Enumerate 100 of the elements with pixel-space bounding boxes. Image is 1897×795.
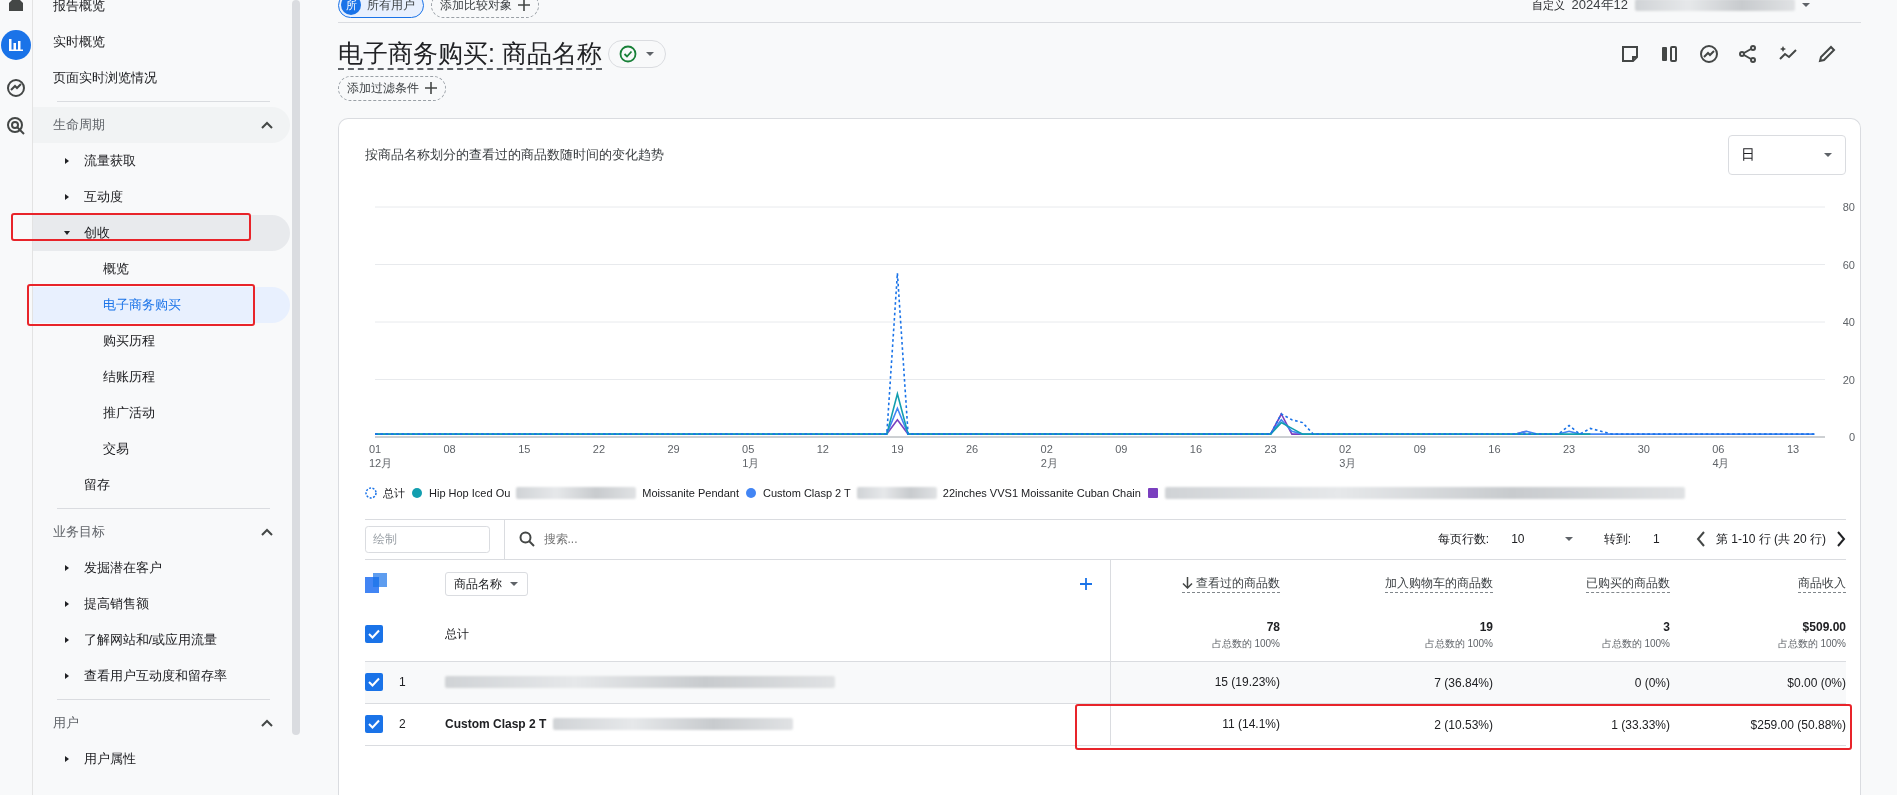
- section-header[interactable]: 用户: [53, 713, 79, 733]
- metric-value: 2 (10.53%): [1434, 717, 1493, 732]
- metric-value: 15 (19.23%): [1214, 674, 1280, 692]
- metric-value: 1 (33.33%): [1611, 717, 1670, 732]
- y-axis-label: 60: [1842, 258, 1855, 271]
- section-header[interactable]: 生命周期: [53, 115, 105, 135]
- x-axis-label: 15: [518, 442, 531, 455]
- granularity-select[interactable]: 日: [1728, 134, 1846, 175]
- search-icon: [519, 531, 535, 548]
- x-axis-month-label: 4月: [1712, 456, 1730, 469]
- search-field[interactable]: 搜索...: [541, 529, 842, 550]
- row-checkbox[interactable]: [365, 625, 383, 644]
- note-icon[interactable]: [1619, 44, 1640, 65]
- x-axis-month-label: 1月: [742, 456, 760, 469]
- sidebar-item[interactable]: 实时概览: [33, 24, 290, 60]
- product-name[interactable]: Custom Clasp 2 T: [445, 715, 547, 734]
- sidebar-item-label[interactable]: 流量获取: [83, 151, 136, 171]
- x-axis-label: 09: [1413, 442, 1426, 455]
- goto-field[interactable]: 1: [1640, 530, 1686, 549]
- status-dropdown[interactable]: [608, 40, 667, 69]
- chart-title: 按商品名称划分的查看过的商品数随时间的变化趋势: [365, 146, 664, 164]
- x-axis-label: 23: [1563, 442, 1576, 455]
- sort-arrow-icon[interactable]: [1181, 577, 1193, 590]
- next-page-icon[interactable]: [1836, 531, 1846, 548]
- dimension-icon: [365, 572, 387, 595]
- legend-marker-icon[interactable]: [365, 486, 377, 499]
- sidebar-item-label[interactable]: 留存: [83, 475, 110, 495]
- check-circle-icon: [619, 45, 638, 64]
- legend-label[interactable]: Hip Hop Iced Ou: [429, 484, 511, 501]
- sidebar-subitem[interactable]: 电子商务购买: [33, 287, 290, 323]
- compare-icon[interactable]: [1659, 44, 1679, 65]
- legend-marker-icon[interactable]: [1146, 486, 1159, 499]
- previous-page-icon[interactable]: [1695, 531, 1706, 548]
- dropdown-arrow-icon[interactable]: [1801, 0, 1811, 10]
- totals-label: 总计: [445, 626, 470, 644]
- edit-icon[interactable]: [1817, 44, 1837, 65]
- row-checkbox[interactable]: [365, 715, 383, 734]
- goto-label: 转到:: [1603, 531, 1631, 549]
- column-header[interactable]: 已购买的商品数: [1586, 574, 1670, 594]
- x-axis-label: 29: [667, 442, 680, 455]
- checkmark-icon: [367, 717, 381, 732]
- sidebar-item-label[interactable]: 查看用户互动度和留存率: [83, 666, 227, 686]
- reports-icon[interactable]: [1, 30, 31, 60]
- sidebar-item[interactable]: 页面实时浏览情况: [33, 60, 290, 96]
- total-value: 19: [1478, 618, 1493, 636]
- sidebar-subitem[interactable]: 购买历程: [33, 323, 290, 359]
- explore-icon[interactable]: [6, 78, 26, 98]
- column-header[interactable]: 查看过的商品数: [1181, 574, 1280, 594]
- sidebar-item-label[interactable]: 互动度: [83, 187, 123, 207]
- sidebar-subitem[interactable]: 推广活动: [33, 395, 290, 431]
- legend-marker-icon[interactable]: [411, 486, 423, 499]
- x-axis-label: 02: [1040, 442, 1053, 455]
- legend-marker-icon[interactable]: [744, 486, 757, 499]
- x-axis-label: 12: [816, 442, 829, 455]
- row-checkbox[interactable]: [365, 673, 383, 692]
- sidebar-subitem[interactable]: 概览: [33, 251, 290, 287]
- metric-value: 7 (36.84%): [1434, 675, 1493, 690]
- sidebar-subitem[interactable]: 结账历程: [33, 359, 290, 395]
- x-axis-label: 02: [1339, 442, 1352, 455]
- x-axis-label: 16: [1488, 442, 1501, 455]
- report-title[interactable]: 电子商务购买: 商品名称: [338, 39, 602, 70]
- metric-value: $0.00 (0%): [1787, 675, 1846, 690]
- section-header[interactable]: 业务目标: [53, 522, 105, 542]
- legend-label[interactable]: 总计: [383, 484, 405, 501]
- checkmark-icon: [367, 627, 381, 642]
- total-share: 占总数的 100%: [1776, 636, 1846, 651]
- column-header[interactable]: 加入购物车的商品数: [1385, 574, 1493, 594]
- scrollbar[interactable]: [292, 0, 300, 735]
- x-axis-label: 19: [891, 442, 904, 455]
- x-axis-month-label: 2月: [1040, 456, 1058, 469]
- x-axis-label: 30: [1637, 442, 1650, 455]
- x-axis-label: 09: [1115, 442, 1128, 455]
- x-axis-label: 22: [592, 442, 605, 455]
- pagination-range: 第 1-10 行 (共 20 行): [1715, 531, 1826, 549]
- rows-per-page-select[interactable]: 10: [1499, 530, 1575, 549]
- share-icon[interactable]: [1738, 44, 1758, 65]
- add-dimension-icon[interactable]: [1080, 577, 1092, 590]
- sidebar-item-label[interactable]: 提高销售额: [83, 594, 149, 614]
- sidebar-item-label[interactable]: 发掘潜在客户: [83, 558, 162, 578]
- dimension-select[interactable]: 商品名称: [445, 571, 528, 596]
- legend-label[interactable]: 22inches VVS1 Moissanite Cuban Chain: [942, 484, 1141, 501]
- metric-value: $259.00 (50.88%): [1750, 717, 1846, 732]
- row-index: 2: [399, 716, 407, 734]
- total-share: 占总数的 100%: [1423, 636, 1493, 651]
- sidebar-item-label[interactable]: 了解网站和/或应用流量: [83, 630, 218, 650]
- x-axis-month-label: 12月: [369, 456, 393, 469]
- sidebar-item-label[interactable]: 用户属性: [83, 749, 136, 769]
- sidebar-item[interactable]: 报告概览: [33, 0, 290, 24]
- target-icon[interactable]: [6, 116, 26, 136]
- total-value: $509.00: [1801, 618, 1846, 636]
- legend-label[interactable]: Custom Clasp 2 T: [762, 484, 851, 501]
- total-value: 3: [1662, 618, 1670, 636]
- sidebar-item-label[interactable]: 创收: [83, 223, 110, 243]
- legend-label[interactable]: Moissanite Pendant: [642, 484, 739, 501]
- total-value: 78: [1266, 618, 1280, 636]
- insights-icon[interactable]: [1698, 44, 1719, 65]
- column-header[interactable]: 商品收入: [1798, 574, 1846, 594]
- sidebar-subitem[interactable]: 交易: [33, 431, 290, 467]
- x-axis-label: 23: [1264, 442, 1277, 455]
- y-axis-label: 0: [1848, 430, 1855, 443]
